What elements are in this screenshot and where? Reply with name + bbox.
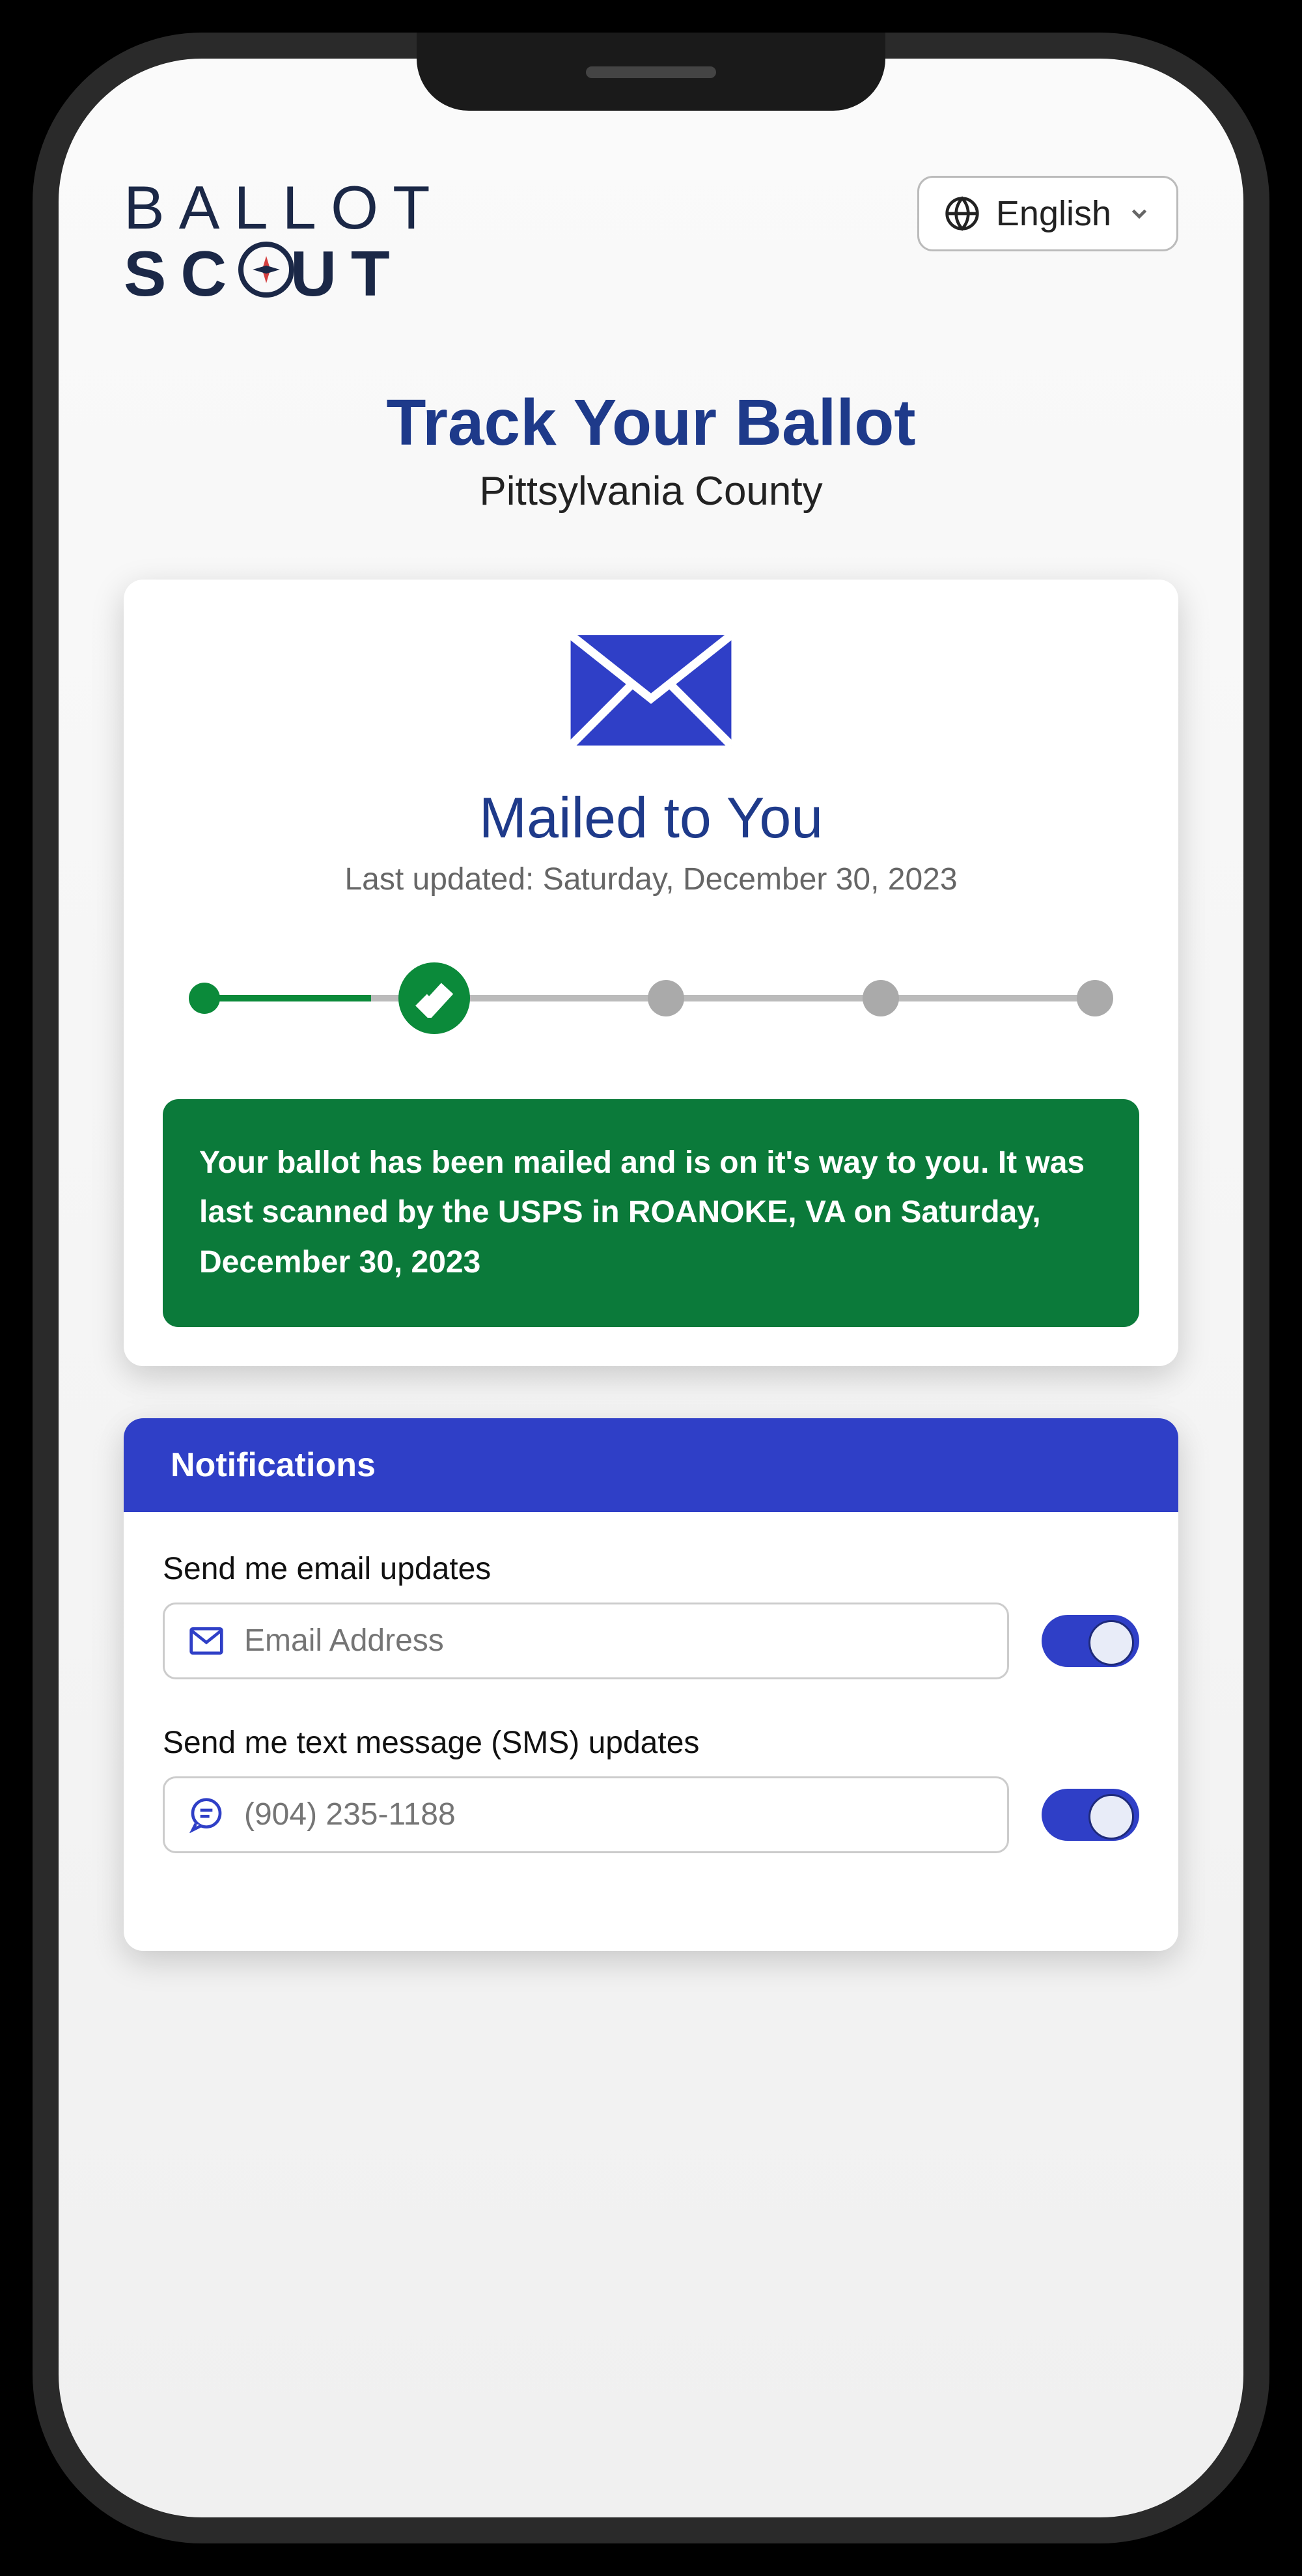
county-subtitle: Pittsylvania County — [124, 468, 1178, 514]
status-progress-bar — [163, 962, 1139, 1034]
envelope-icon — [566, 632, 736, 749]
chat-icon — [188, 1797, 225, 1833]
progress-step-5 — [1077, 980, 1113, 1016]
mail-icon — [188, 1623, 225, 1659]
language-label: English — [996, 193, 1111, 234]
chevron-down-icon — [1127, 201, 1152, 226]
sms-updates-label: Send me text message (SMS) updates — [163, 1725, 1139, 1761]
progress-step-1 — [189, 983, 220, 1014]
sms-toggle[interactable] — [1042, 1789, 1139, 1841]
email-updates-label: Send me email updates — [163, 1551, 1139, 1587]
progress-step-2-current — [398, 962, 470, 1034]
status-message: Your ballot has been mailed and is on it… — [163, 1099, 1139, 1327]
ballot-scout-logo: BALLOT SC UT — [124, 176, 445, 307]
notifications-header: Notifications — [124, 1418, 1178, 1512]
phone-notch — [417, 33, 885, 111]
page-title: Track Your Ballot — [124, 385, 1178, 460]
email-input[interactable] — [244, 1623, 984, 1659]
logo-line-1: BALLOT — [124, 176, 445, 240]
notifications-card: Notifications Send me email updates — [124, 1418, 1178, 1951]
phone-frame: BALLOT SC UT English — [33, 33, 1269, 2543]
phone-screen: BALLOT SC UT English — [59, 59, 1243, 2517]
compass-icon — [238, 242, 294, 298]
phone-input[interactable] — [244, 1797, 984, 1832]
globe-icon — [944, 195, 980, 232]
email-notification-group: Send me email updates — [163, 1551, 1139, 1679]
status-title: Mailed to You — [163, 785, 1139, 851]
email-toggle[interactable] — [1042, 1615, 1139, 1667]
progress-step-4 — [863, 980, 899, 1016]
progress-line-complete — [202, 995, 371, 1001]
language-selector[interactable]: English — [917, 176, 1178, 251]
top-bar: BALLOT SC UT English — [124, 176, 1178, 307]
ballot-status-card: Mailed to You Last updated: Saturday, De… — [124, 580, 1178, 1366]
email-input-wrapper[interactable] — [163, 1603, 1009, 1679]
page-heading: Track Your Ballot Pittsylvania County — [124, 385, 1178, 514]
logo-line-2: SC UT — [124, 240, 445, 307]
status-last-updated: Last updated: Saturday, December 30, 202… — [163, 861, 1139, 897]
check-icon — [415, 979, 454, 1018]
sms-notification-group: Send me text message (SMS) updates — [163, 1725, 1139, 1853]
progress-line-remaining — [371, 995, 1100, 1001]
progress-step-3 — [648, 980, 684, 1016]
phone-input-wrapper[interactable] — [163, 1776, 1009, 1853]
